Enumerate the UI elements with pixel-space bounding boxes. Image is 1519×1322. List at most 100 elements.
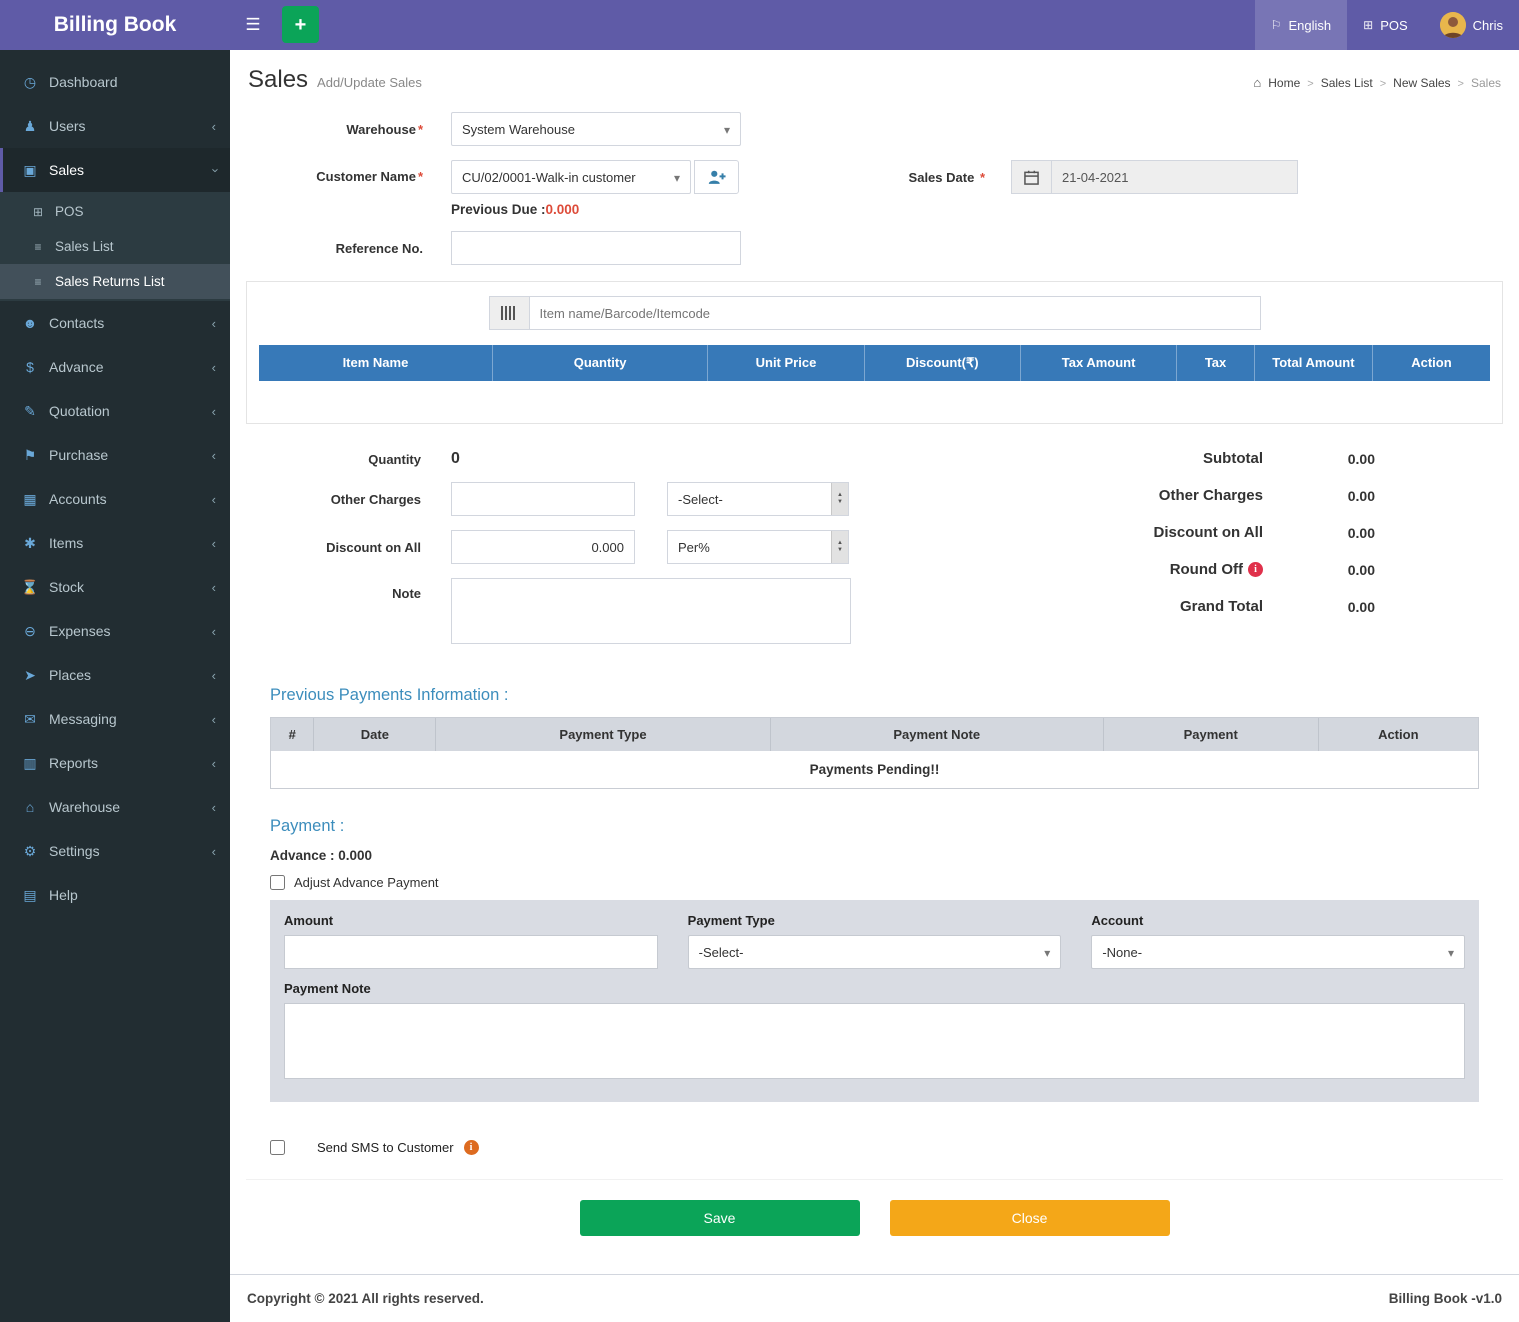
items-icon: ✱ [19, 535, 41, 552]
hamburger-menu-icon[interactable]: ☰ [230, 0, 276, 50]
sidebar-item-accounts[interactable]: ▦ Accounts ‹ [0, 477, 230, 521]
breadcrumb-new-sales[interactable]: New Sales [1393, 76, 1450, 90]
sidebar-item-messaging[interactable]: ✉ Messaging ‹ [0, 697, 230, 741]
payment-section: Payment : Advance : 0.000 Adjust Advance… [270, 817, 1479, 1102]
user-menu[interactable]: Chris [1424, 0, 1519, 50]
dashboard-icon: ◷ [19, 74, 41, 91]
places-icon: ➤ [19, 667, 41, 684]
close-button[interactable]: Close [890, 1200, 1170, 1236]
sidebar-item-reports[interactable]: ▥ Reports ‹ [0, 741, 230, 785]
payment-note-label: Payment Note [284, 981, 1465, 996]
previous-payments-header: # Date Payment Type Payment Note Payment… [271, 718, 1478, 751]
breadcrumb-sales-list[interactable]: Sales List [1321, 76, 1373, 90]
payment-type-select[interactable]: -Select- [688, 935, 1062, 969]
account-select[interactable]: -None- [1091, 935, 1465, 969]
calendar-icon [1024, 170, 1039, 185]
subtotal-value: 0.00 [1263, 451, 1375, 467]
item-search-input[interactable] [529, 296, 1261, 330]
sidebar-item-label: Items [49, 535, 83, 551]
sidebar-item-label: Expenses [49, 623, 110, 639]
sidebar-item-advance[interactable]: $ Advance ‹ [0, 345, 230, 389]
discount-type-select-value: Per% [678, 540, 831, 555]
sidebar-item-sales[interactable]: ▣ Sales ‹ [0, 148, 230, 192]
sidebar-item-label: Settings [49, 843, 100, 859]
sidebar-subitem-sales-list[interactable]: ≡ Sales List [0, 229, 230, 264]
messaging-icon: ✉ [19, 711, 41, 728]
expenses-icon: ⊖ [19, 623, 41, 640]
pos-shortcut[interactable]: ⊞ POS [1347, 0, 1424, 50]
send-sms-checkbox[interactable] [270, 1140, 285, 1155]
add-customer-button[interactable] [694, 160, 739, 194]
sales-date-label: Sales Date * [909, 170, 1011, 185]
breadcrumb-separator [1307, 76, 1313, 90]
send-sms-label: Send SMS to Customer [317, 1140, 454, 1155]
totals-left: Quantity 0 Other Charges -Select- Discou… [246, 450, 975, 658]
grand-total-label: Grand Total [1180, 598, 1263, 615]
dollar-icon: $ [19, 359, 41, 375]
totals-section: Quantity 0 Other Charges -Select- Discou… [246, 450, 1503, 658]
sidebar-item-warehouse[interactable]: ⌂ Warehouse ‹ [0, 785, 230, 829]
sidebar-item-contacts[interactable]: ☻ Contacts ‹ [0, 301, 230, 345]
sidebar-item-dashboard[interactable]: ◷ Dashboard [0, 60, 230, 104]
adjust-advance-label: Adjust Advance Payment [294, 875, 439, 890]
reference-no-input[interactable] [451, 231, 741, 265]
sidebar-item-places[interactable]: ➤ Places ‹ [0, 653, 230, 697]
quick-add-button[interactable]: + [282, 6, 319, 43]
home-icon [1253, 75, 1261, 90]
round-off-info-icon[interactable] [1248, 562, 1263, 577]
chevron-left-icon: ‹ [212, 448, 216, 463]
amount-input[interactable] [284, 935, 658, 969]
breadcrumb-current: Sales [1471, 76, 1501, 90]
sidebar-item-label: Advance [49, 359, 103, 375]
breadcrumb-home[interactable]: Home [1268, 76, 1300, 90]
sms-info-icon[interactable] [464, 1140, 479, 1155]
discount-on-all-input[interactable] [451, 530, 635, 564]
discount-type-select[interactable]: Per% [667, 530, 849, 564]
page-title: Sales [248, 66, 308, 94]
required-mark: * [418, 122, 423, 137]
chevron-left-icon: ‹ [212, 492, 216, 507]
sidebar-item-users[interactable]: ♟ Users ‹ [0, 104, 230, 148]
required-mark: * [418, 169, 423, 184]
quotation-icon: ✎ [19, 403, 41, 420]
sidebar-subitem-label: POS [55, 204, 84, 219]
language-menu[interactable]: ⚐ English [1255, 0, 1347, 50]
sidebar-item-help[interactable]: ▤ Help [0, 873, 230, 917]
breadcrumb: Home Sales List New Sales Sales [1253, 75, 1501, 90]
contacts-icon: ☻ [19, 315, 41, 331]
sidebar-item-label: Reports [49, 755, 98, 771]
sidebar-item-stock[interactable]: ⌛ Stock ‹ [0, 565, 230, 609]
page-footer: Copyright © 2021 All rights reserved. Bi… [230, 1274, 1519, 1322]
chevron-left-icon: ‹ [212, 580, 216, 595]
note-textarea[interactable] [451, 578, 851, 644]
sidebar-item-settings[interactable]: ⚙ Settings ‹ [0, 829, 230, 873]
sidebar-item-label: Dashboard [49, 74, 118, 90]
sales-date-input[interactable] [1051, 160, 1298, 194]
sidebar-item-purchase[interactable]: ⚑ Purchase ‹ [0, 433, 230, 477]
sidebar-subitem-pos[interactable]: ⊞ POS [0, 194, 230, 229]
sidebar-item-expenses[interactable]: ⊖ Expenses ‹ [0, 609, 230, 653]
discount-total-value: 0.00 [1263, 525, 1375, 541]
pos-grid-icon: ⊞ [30, 205, 46, 219]
discount-on-all-label: Discount on All [246, 540, 451, 555]
chevron-left-icon: ‹ [212, 360, 216, 375]
payment-note-textarea[interactable] [284, 1003, 1465, 1079]
calendar-button[interactable] [1011, 160, 1051, 194]
chevron-left-icon: ‹ [212, 668, 216, 683]
sidebar-item-items[interactable]: ✱ Items ‹ [0, 521, 230, 565]
warehouse-select[interactable]: System Warehouse [451, 112, 741, 146]
main-content: Sales Add/Update Sales Home Sales List N… [230, 50, 1519, 1322]
save-button[interactable]: Save [580, 1200, 860, 1236]
other-charges-select[interactable]: -Select- [667, 482, 849, 516]
other-charges-input[interactable] [451, 482, 635, 516]
sidebar-subitem-sales-returns-list[interactable]: ≡ Sales Returns List [0, 264, 230, 299]
other-charges-select-value: -Select- [678, 492, 831, 507]
add-user-icon [707, 169, 727, 185]
adjust-advance-checkbox[interactable] [270, 875, 285, 890]
customer-select[interactable]: CU/02/0001-Walk-in customer [451, 160, 691, 194]
reports-icon: ▥ [19, 755, 41, 772]
col-discount: Discount(₹) [865, 345, 1021, 381]
previous-payments-table: # Date Payment Type Payment Note Payment… [270, 717, 1479, 789]
sidebar-item-quotation[interactable]: ✎ Quotation ‹ [0, 389, 230, 433]
customer-field-group: CU/02/0001-Walk-in customer Previous Due… [451, 160, 739, 217]
